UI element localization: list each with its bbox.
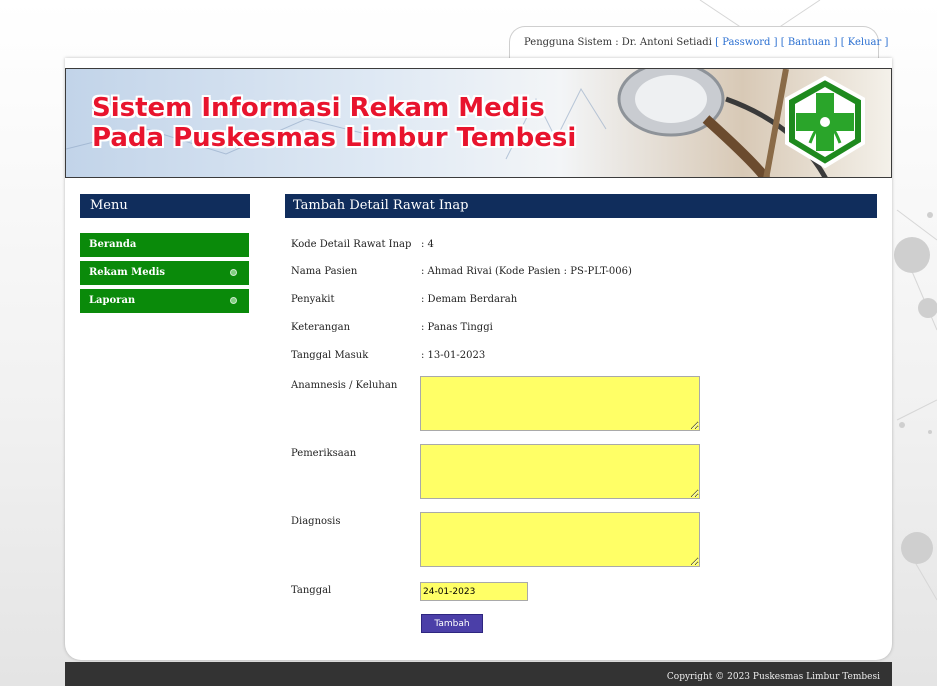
field-value-kode: : 4 <box>421 239 434 250</box>
field-value-keterangan: : Panas Tinggi <box>421 322 493 333</box>
submenu-bullet-icon <box>230 297 237 304</box>
health-cross-logo-icon <box>785 75 865 169</box>
help-link[interactable]: [ Bantuan ] <box>781 37 838 48</box>
field-label-tanggal-masuk: Tanggal Masuk <box>291 350 369 361</box>
field-value-tanggal-masuk: : 13-01-2023 <box>421 350 486 361</box>
anamnesis-textarea[interactable] <box>420 376 700 431</box>
footer: Copyright © 2023 Puskesmas Limbur Tembes… <box>65 662 892 686</box>
anamnesis-label: Anamnesis / Keluhan <box>291 380 398 391</box>
diagnosis-textarea[interactable] <box>420 512 700 567</box>
logout-link[interactable]: [ Keluar ] <box>841 37 889 48</box>
sidebar-item-laporan[interactable]: Laporan <box>80 289 249 313</box>
menu-header: Menu <box>80 194 250 218</box>
field-label-penyakit: Penyakit <box>291 294 335 305</box>
field-value-nama-pasien: : Ahmad Rivai (Kode Pasien : PS-PLT-006) <box>421 266 632 277</box>
pemeriksaan-textarea[interactable] <box>420 444 700 499</box>
tanggal-input[interactable] <box>420 582 528 601</box>
pemeriksaan-label: Pemeriksaan <box>291 448 357 459</box>
tambah-button[interactable]: Tambah <box>421 614 483 633</box>
sidebar-item-rekam-medis[interactable]: Rekam Medis <box>80 261 249 285</box>
field-value-penyakit: : Demam Berdarah <box>421 294 518 305</box>
diagnosis-label: Diagnosis <box>291 516 341 527</box>
sidebar-item-label: Laporan <box>89 295 136 306</box>
site-title-line1: Sistem Informasi Rekam Medis <box>92 93 545 123</box>
user-bar: Pengguna Sistem : Dr. Antoni Setiadi [ P… <box>509 26 888 58</box>
page-title: Tambah Detail Rawat Inap <box>285 194 877 218</box>
field-label-kode: Kode Detail Rawat Inap <box>291 239 412 250</box>
header-banner: Sistem Informasi Rekam Medis Pada Puskes… <box>65 68 892 178</box>
site-title: Sistem Informasi Rekam Medis Pada Puskes… <box>92 93 576 153</box>
field-label-keterangan: Keterangan <box>291 322 351 333</box>
user-info-text: Pengguna Sistem : Dr. Antoni Setiadi <box>524 37 712 48</box>
sidebar-item-beranda[interactable]: Beranda <box>80 233 249 257</box>
sidebar-item-label: Beranda <box>89 239 137 250</box>
sidebar-menu: Beranda Rekam Medis Laporan <box>80 233 249 317</box>
field-label-nama-pasien: Nama Pasien <box>291 266 358 277</box>
password-link[interactable]: [ Password ] <box>715 37 777 48</box>
site-title-line2: Pada Puskesmas Limbur Tembesi <box>92 123 577 153</box>
sidebar-item-label: Rekam Medis <box>89 267 165 278</box>
tanggal-label: Tanggal <box>291 585 332 596</box>
copyright-text: Copyright © 2023 Puskesmas Limbur Tembes… <box>666 672 880 682</box>
submenu-bullet-icon <box>230 269 237 276</box>
